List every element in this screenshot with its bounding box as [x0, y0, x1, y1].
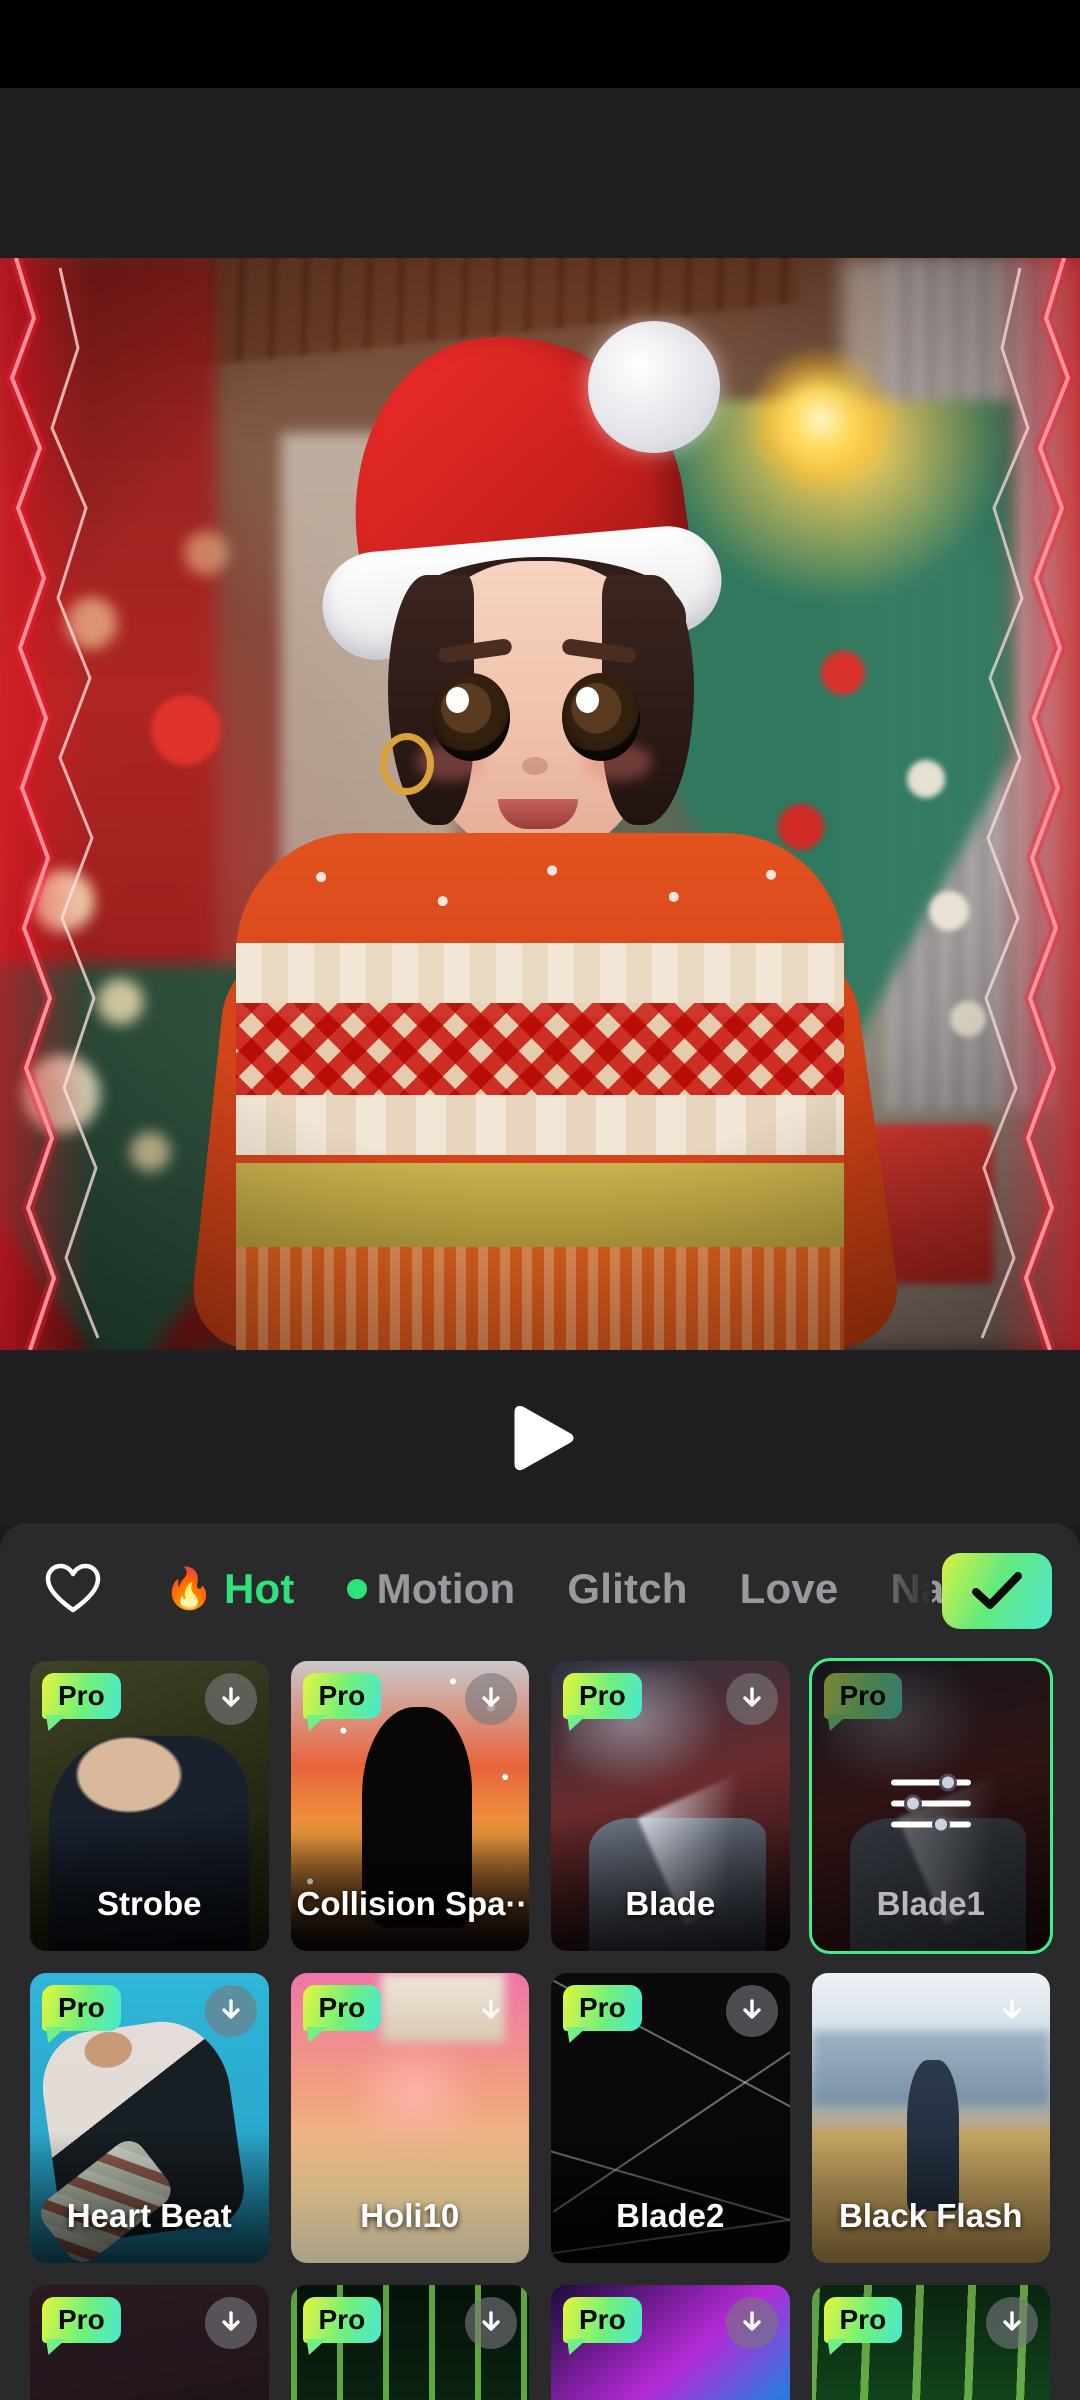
effect-card-blade[interactable]: Pro Blade — [551, 1661, 790, 1951]
pro-badge: Pro — [42, 1673, 121, 1719]
pro-badge: Pro — [563, 1673, 642, 1719]
effect-card-heart-beat[interactable]: Pro Heart Beat — [30, 1973, 269, 2263]
tab-fade-overlay — [862, 1523, 932, 1655]
effect-name: Strobe — [96, 1885, 202, 1922]
effect-name: Collision Spa·· — [296, 1885, 528, 1922]
effect-card-blade2[interactable]: Pro Blade2 — [551, 1973, 790, 2263]
download-arrow-icon — [742, 1999, 761, 2019]
download-arrow-icon — [742, 1687, 761, 1707]
effect-card-holi10[interactable]: Pro Holi10 — [290, 1973, 529, 2263]
effect-name: Blade2 — [616, 2197, 725, 2234]
top-spacer — [0, 88, 1080, 258]
status-bar — [0, 0, 1080, 88]
category-tab-bar: 🔥 Hot Motion Glitch Love Natur — [0, 1523, 1080, 1655]
heart-outline-icon — [45, 1563, 101, 1613]
effect-card-row3-3[interactable]: Pro — [551, 2285, 790, 2400]
effect-name: Blade — [625, 1885, 716, 1922]
pro-badge: Pro — [823, 2297, 903, 2343]
pro-badge: Pro — [563, 1985, 642, 2031]
download-arrow-icon — [482, 2311, 500, 2331]
download-arrow-icon — [221, 1999, 240, 2019]
download-arrow-icon — [221, 2311, 240, 2331]
download-button[interactable] — [465, 2297, 517, 2349]
download-button[interactable] — [986, 2297, 1038, 2349]
tab-motion[interactable]: Motion — [321, 1565, 542, 1613]
tab-hot[interactable]: 🔥 Hot — [138, 1565, 321, 1613]
tab-love[interactable]: Love — [714, 1565, 865, 1613]
effect-card-blade1[interactable]: Pro Blade1 — [808, 1658, 1053, 1954]
playback-bar — [0, 1350, 1080, 1525]
effect-card-black-flash[interactable]: Black Flash — [811, 1973, 1050, 2263]
pro-badge: Pro — [302, 1673, 382, 1719]
sliders-icon — [890, 1773, 971, 1834]
green-dot-icon — [346, 1579, 367, 1599]
download-button[interactable] — [986, 1985, 1038, 2037]
pro-badge: Pro — [302, 2297, 382, 2343]
download-button[interactable] — [725, 2297, 778, 2349]
effect-card-strobe[interactable]: Pro Strobe — [30, 1661, 269, 1951]
play-button[interactable] — [485, 1383, 595, 1493]
effect-card-row3-2[interactable]: Pro — [290, 2285, 529, 2400]
download-arrow-icon — [221, 1687, 240, 1707]
download-arrow-icon — [482, 1999, 500, 2019]
download-button[interactable] — [725, 1985, 778, 2037]
category-tabs: 🔥 Hot Motion Glitch Love Natur — [138, 1565, 1080, 1613]
flame-icon: 🔥 — [164, 1567, 215, 1611]
effects-panel: 🔥 Hot Motion Glitch Love Natur — [0, 1523, 1080, 2400]
pro-badge: Pro — [42, 2297, 121, 2343]
tab-label: Hot — [224, 1565, 295, 1612]
preview-scene — [0, 258, 1080, 1350]
video-preview[interactable] — [0, 258, 1080, 1350]
effect-card-collision-spark[interactable]: Pro Collision Spa·· — [290, 1661, 529, 1951]
right-edge-glow — [990, 258, 1080, 1350]
download-button[interactable] — [204, 1673, 257, 1725]
vignette — [0, 258, 1080, 1350]
download-button[interactable] — [465, 1985, 517, 2037]
download-button[interactable] — [204, 2297, 257, 2349]
download-arrow-icon — [1003, 1999, 1021, 2019]
left-edge-glow — [0, 258, 90, 1350]
download-arrow-icon — [742, 2311, 761, 2331]
tab-label: Motion — [376, 1565, 516, 1612]
pro-badge: Pro — [823, 1673, 903, 1719]
download-arrow-icon — [482, 1687, 500, 1707]
effect-card-row3-4[interactable]: Pro — [811, 2285, 1050, 2400]
download-button[interactable] — [725, 1673, 778, 1725]
download-arrow-icon — [1003, 2311, 1021, 2331]
download-button[interactable] — [465, 1673, 517, 1725]
pro-badge: Pro — [302, 1985, 382, 2031]
effect-card-row3-1[interactable]: Pro — [30, 2285, 269, 2400]
tab-label: Love — [739, 1565, 839, 1612]
pro-badge: Pro — [563, 2297, 642, 2343]
download-button[interactable] — [204, 1985, 257, 2037]
adjust-button[interactable] — [886, 1769, 976, 1844]
favorites-button[interactable] — [42, 1558, 104, 1620]
play-triangle-icon — [514, 1405, 574, 1470]
app-screen: 🔥 Hot Motion Glitch Love Natur — [0, 0, 1080, 2400]
effect-name: Holi10 — [360, 2197, 460, 2234]
check-icon — [972, 1572, 1022, 1609]
effects-grid: Pro Strobe Pro Collision Spa·· Pro Blade… — [0, 1655, 1080, 2400]
tab-glitch[interactable]: Glitch — [541, 1565, 713, 1613]
effect-name: Heart Beat — [66, 2197, 232, 2234]
pro-badge: Pro — [42, 1985, 121, 2031]
effect-name: Black Flash — [839, 2197, 1023, 2234]
tab-label: Glitch — [567, 1565, 688, 1612]
effect-name: Blade1 — [876, 1885, 985, 1922]
confirm-button[interactable] — [942, 1553, 1052, 1629]
